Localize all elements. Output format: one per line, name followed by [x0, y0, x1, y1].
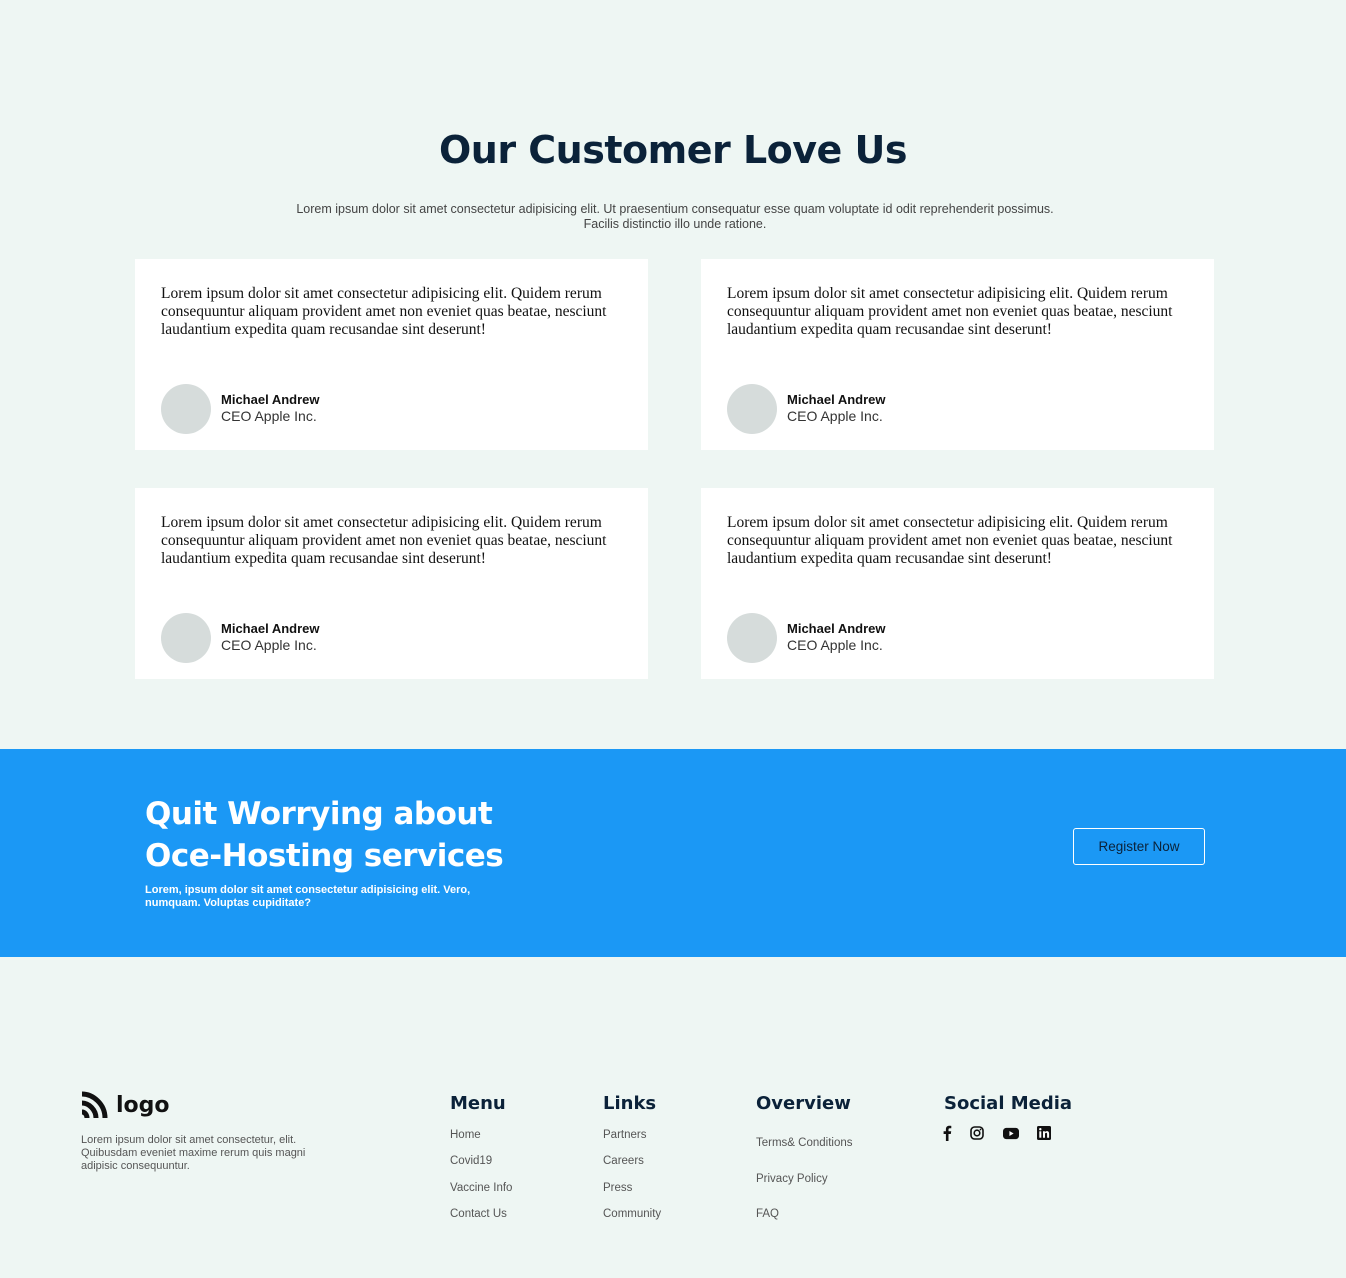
- overview-title: Overview: [756, 1093, 851, 1114]
- linkedin-icon[interactable]: [1036, 1125, 1052, 1141]
- menu-title: Menu: [450, 1093, 506, 1114]
- cta-heading: Quit Worrying about Oce-Hosting services: [145, 793, 545, 877]
- menu-link-vaccine-info[interactable]: Vaccine Info: [450, 1182, 512, 1194]
- section-subtitle: Lorem ipsum dolor sit amet consectetur a…: [296, 202, 1054, 231]
- links-link-press[interactable]: Press: [603, 1182, 632, 1194]
- testimonial-quote: Lorem ipsum dolor sit amet consectetur a…: [161, 285, 607, 338]
- cta-heading-line1: Quit Worrying about: [145, 796, 493, 832]
- links-link-careers[interactable]: Careers: [603, 1155, 644, 1167]
- facebook-icon[interactable]: [939, 1125, 955, 1141]
- testimonial-card: Lorem ipsum dolor sit amet consectetur a…: [701, 259, 1214, 450]
- social-icons: [943, 1125, 1052, 1141]
- links-title: Links: [603, 1093, 657, 1114]
- avatar: [161, 613, 211, 663]
- social-media-title: Social Media: [944, 1093, 1073, 1114]
- cta-heading-line2: Oce-Hosting services: [145, 838, 504, 874]
- cta-text: Lorem, ipsum dolor sit amet consectetur …: [145, 884, 471, 909]
- links-link-partners[interactable]: Partners: [603, 1129, 646, 1141]
- testimonial-name: Michael Andrew: [787, 392, 886, 407]
- avatar: [727, 384, 777, 434]
- testimonial-quote: Lorem ipsum dolor sit amet consectetur a…: [727, 285, 1173, 338]
- testimonial-name: Michael Andrew: [221, 392, 320, 407]
- testimonial-role: CEO Apple Inc.: [787, 637, 883, 653]
- testimonial-quote: Lorem ipsum dolor sit amet consectetur a…: [727, 514, 1173, 567]
- testimonial-card: Lorem ipsum dolor sit amet consectetur a…: [135, 259, 648, 450]
- testimonial-name: Michael Andrew: [221, 621, 320, 636]
- testimonial-role: CEO Apple Inc.: [221, 408, 317, 424]
- register-now-button[interactable]: Register Now: [1073, 828, 1205, 865]
- section-title: Our Customer Love Us: [438, 128, 908, 172]
- logo-icon: [81, 1091, 108, 1119]
- instagram-icon[interactable]: [969, 1125, 985, 1141]
- logo[interactable]: logo: [81, 1090, 170, 1120]
- testimonial-card: Lorem ipsum dolor sit amet consectetur a…: [135, 488, 648, 679]
- avatar: [727, 613, 777, 663]
- testimonial-role: CEO Apple Inc.: [787, 408, 883, 424]
- overview-link-faq[interactable]: FAQ: [756, 1208, 779, 1220]
- cta-banner: Quit Worrying about Oce-Hosting services…: [0, 749, 1346, 957]
- testimonial-quote: Lorem ipsum dolor sit amet consectetur a…: [161, 514, 607, 567]
- menu-link-home[interactable]: Home: [450, 1129, 481, 1141]
- testimonial-card: Lorem ipsum dolor sit amet consectetur a…: [701, 488, 1214, 679]
- youtube-icon[interactable]: [1003, 1125, 1019, 1141]
- overview-link-privacy[interactable]: Privacy Policy: [756, 1173, 828, 1185]
- footer-description: Lorem ipsum dolor sit amet consectetur, …: [81, 1134, 306, 1172]
- menu-link-covid19[interactable]: Covid19: [450, 1155, 492, 1167]
- overview-link-terms[interactable]: Terms& Conditions: [756, 1137, 853, 1149]
- links-link-community[interactable]: Community: [603, 1208, 661, 1220]
- testimonial-role: CEO Apple Inc.: [221, 637, 317, 653]
- logo-text: logo: [116, 1092, 170, 1118]
- avatar: [161, 384, 211, 434]
- testimonial-name: Michael Andrew: [787, 621, 886, 636]
- menu-link-contact-us[interactable]: Contact Us: [450, 1208, 507, 1220]
